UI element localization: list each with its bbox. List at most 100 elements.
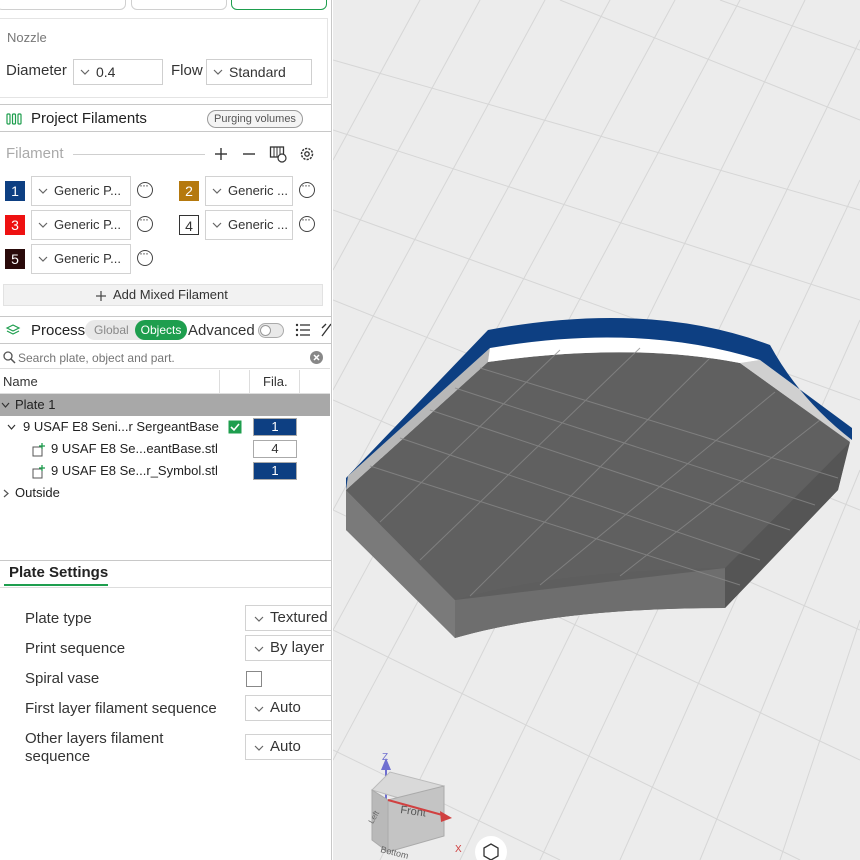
layers-icon xyxy=(5,324,21,335)
first-layer-seq-value: Auto xyxy=(270,699,301,716)
chevron-down-icon[interactable] xyxy=(1,402,10,408)
filament-2-swatch[interactable]: 2 xyxy=(179,181,199,201)
filament-1-more-icon[interactable] xyxy=(137,178,153,198)
process-title: Process xyxy=(31,322,86,339)
filament-3-more-icon[interactable] xyxy=(137,212,153,232)
diameter-label: Diameter xyxy=(6,62,67,79)
advanced-switch-knob xyxy=(260,325,271,336)
filament-5-number: 5 xyxy=(11,251,19,267)
advanced-switch[interactable] xyxy=(258,323,284,338)
filament-1-swatch[interactable]: 1 xyxy=(5,181,25,201)
compare-icon[interactable] xyxy=(320,322,332,338)
plate-row[interactable]: Plate 1 xyxy=(0,394,330,416)
top-tab-1[interactable] xyxy=(0,0,126,10)
filament-3-name: Generic P... xyxy=(54,217,121,232)
plate-type-select[interactable]: Textured xyxy=(245,605,331,631)
add-mixed-filament-label: Add Mixed Filament xyxy=(113,287,228,302)
toggle-global[interactable]: Global xyxy=(94,323,129,337)
plate-label: Plate 1 xyxy=(15,397,56,412)
checkbox-checked-icon[interactable] xyxy=(228,420,242,434)
other-layers-seq-value: Auto xyxy=(270,738,301,755)
flow-label: Flow xyxy=(171,62,203,79)
col-divider xyxy=(249,370,250,394)
nozzle-group-label: Nozzle xyxy=(7,30,47,45)
top-tab-3[interactable] xyxy=(231,0,327,10)
object-fila-cell[interactable]: 1 xyxy=(253,418,297,436)
tab-underline xyxy=(4,584,108,586)
chevron-down-icon xyxy=(212,222,222,228)
flow-value: Standard xyxy=(229,64,286,80)
plate-settings-tab[interactable]: Plate Settings xyxy=(9,564,108,581)
filament-4-more-icon[interactable] xyxy=(299,212,315,232)
filament-5-swatch[interactable]: 5 xyxy=(5,249,25,269)
filament-3-swatch[interactable]: 3 xyxy=(5,215,25,235)
col-divider xyxy=(299,370,300,394)
filament-4-swatch[interactable]: 4 xyxy=(179,215,199,235)
outside-row[interactable]: Outside xyxy=(0,482,330,504)
col-fila-header[interactable]: Fila. xyxy=(263,374,288,389)
spiral-vase-label: Spiral vase xyxy=(25,670,100,687)
chevron-down-icon[interactable] xyxy=(7,424,16,430)
print-sequence-label: Print sequence xyxy=(25,640,126,657)
filament-2-select[interactable]: Generic ... xyxy=(205,176,293,206)
toggle-objects[interactable]: Objects xyxy=(135,320,187,340)
first-layer-seq-select[interactable]: Auto xyxy=(245,695,331,721)
part-fila-cell[interactable]: 1 xyxy=(253,462,297,480)
object-list-header: Name Fila. xyxy=(0,370,330,394)
filament-1-select[interactable]: Generic P... xyxy=(31,176,131,206)
part-row[interactable]: 9 USAF E8 Se...r_Symbol.stl 1 xyxy=(0,460,330,482)
flow-select[interactable]: Standard xyxy=(206,59,312,85)
global-objects-toggle[interactable]: Global Objects xyxy=(85,320,187,340)
plus-icon xyxy=(96,291,106,301)
filament-5-more-icon[interactable] xyxy=(137,246,153,266)
print-sequence-value: By layer xyxy=(270,639,325,656)
first-layer-seq-label: First layer filament sequence xyxy=(25,700,217,717)
col-divider xyxy=(219,370,220,394)
part-row[interactable]: 9 USAF E8 Se...eantBase.stl 4 xyxy=(0,438,330,460)
filament-4-name: Generic ... xyxy=(228,217,288,232)
part-name: 9 USAF E8 Se...eantBase.stl xyxy=(51,441,218,456)
filament-4-select[interactable]: Generic ... xyxy=(205,210,293,240)
filament-settings-gear-icon[interactable] xyxy=(299,146,315,162)
chevron-down-icon xyxy=(212,188,222,194)
search-bar xyxy=(0,346,330,369)
filament-1-name: Generic P... xyxy=(54,183,121,198)
top-tab-2[interactable] xyxy=(131,0,227,10)
filament-label: Filament xyxy=(6,145,64,162)
chevron-down-icon xyxy=(38,256,48,262)
part-fila-cell[interactable]: 4 xyxy=(253,440,297,458)
col-name-header[interactable]: Name xyxy=(3,374,38,389)
filament-sync-icon[interactable] xyxy=(269,145,287,163)
list-icon[interactable] xyxy=(295,323,311,337)
chevron-down-icon xyxy=(38,222,48,228)
object-row[interactable]: 9 USAF E8 Seni...r SergeantBase 1 xyxy=(0,416,330,438)
part-add-icon xyxy=(32,443,45,457)
filament-divider xyxy=(73,154,205,155)
search-icon xyxy=(3,351,16,364)
other-layers-seq-select[interactable]: Auto xyxy=(245,734,331,760)
chevron-right-icon[interactable] xyxy=(3,489,9,498)
purging-volumes-button[interactable]: Purging volumes xyxy=(207,110,303,128)
tab-divider xyxy=(0,587,331,588)
outside-label: Outside xyxy=(15,485,60,500)
project-filaments-title: Project Filaments xyxy=(31,110,147,127)
print-sequence-select[interactable]: By layer xyxy=(245,635,331,661)
filament-2-more-icon[interactable] xyxy=(299,178,315,198)
other-layers-seq-label: Other layers filament sequence xyxy=(25,730,164,765)
build-plate-canvas[interactable]: Z Front Left Bottom X xyxy=(333,0,860,860)
remove-filament-icon[interactable] xyxy=(242,147,256,161)
plate-type-value: Textured xyxy=(270,609,328,626)
filament-3-select[interactable]: Generic P... xyxy=(31,210,131,240)
search-input[interactable] xyxy=(18,348,303,367)
filament-4-number: 4 xyxy=(185,218,193,234)
chevron-down-icon xyxy=(254,616,264,622)
add-mixed-filament-button[interactable]: Add Mixed Filament xyxy=(3,284,323,306)
spiral-vase-checkbox[interactable] xyxy=(246,671,262,687)
filament-5-select[interactable]: Generic P... xyxy=(31,244,131,274)
chevron-down-icon xyxy=(213,69,223,75)
clear-search-icon[interactable] xyxy=(309,350,324,365)
diameter-select[interactable]: 0.4 xyxy=(73,59,163,85)
add-filament-icon[interactable] xyxy=(214,147,228,161)
3d-viewport[interactable]: Z Front Left Bottom X xyxy=(333,0,860,860)
x-axis-label: X xyxy=(455,844,462,855)
